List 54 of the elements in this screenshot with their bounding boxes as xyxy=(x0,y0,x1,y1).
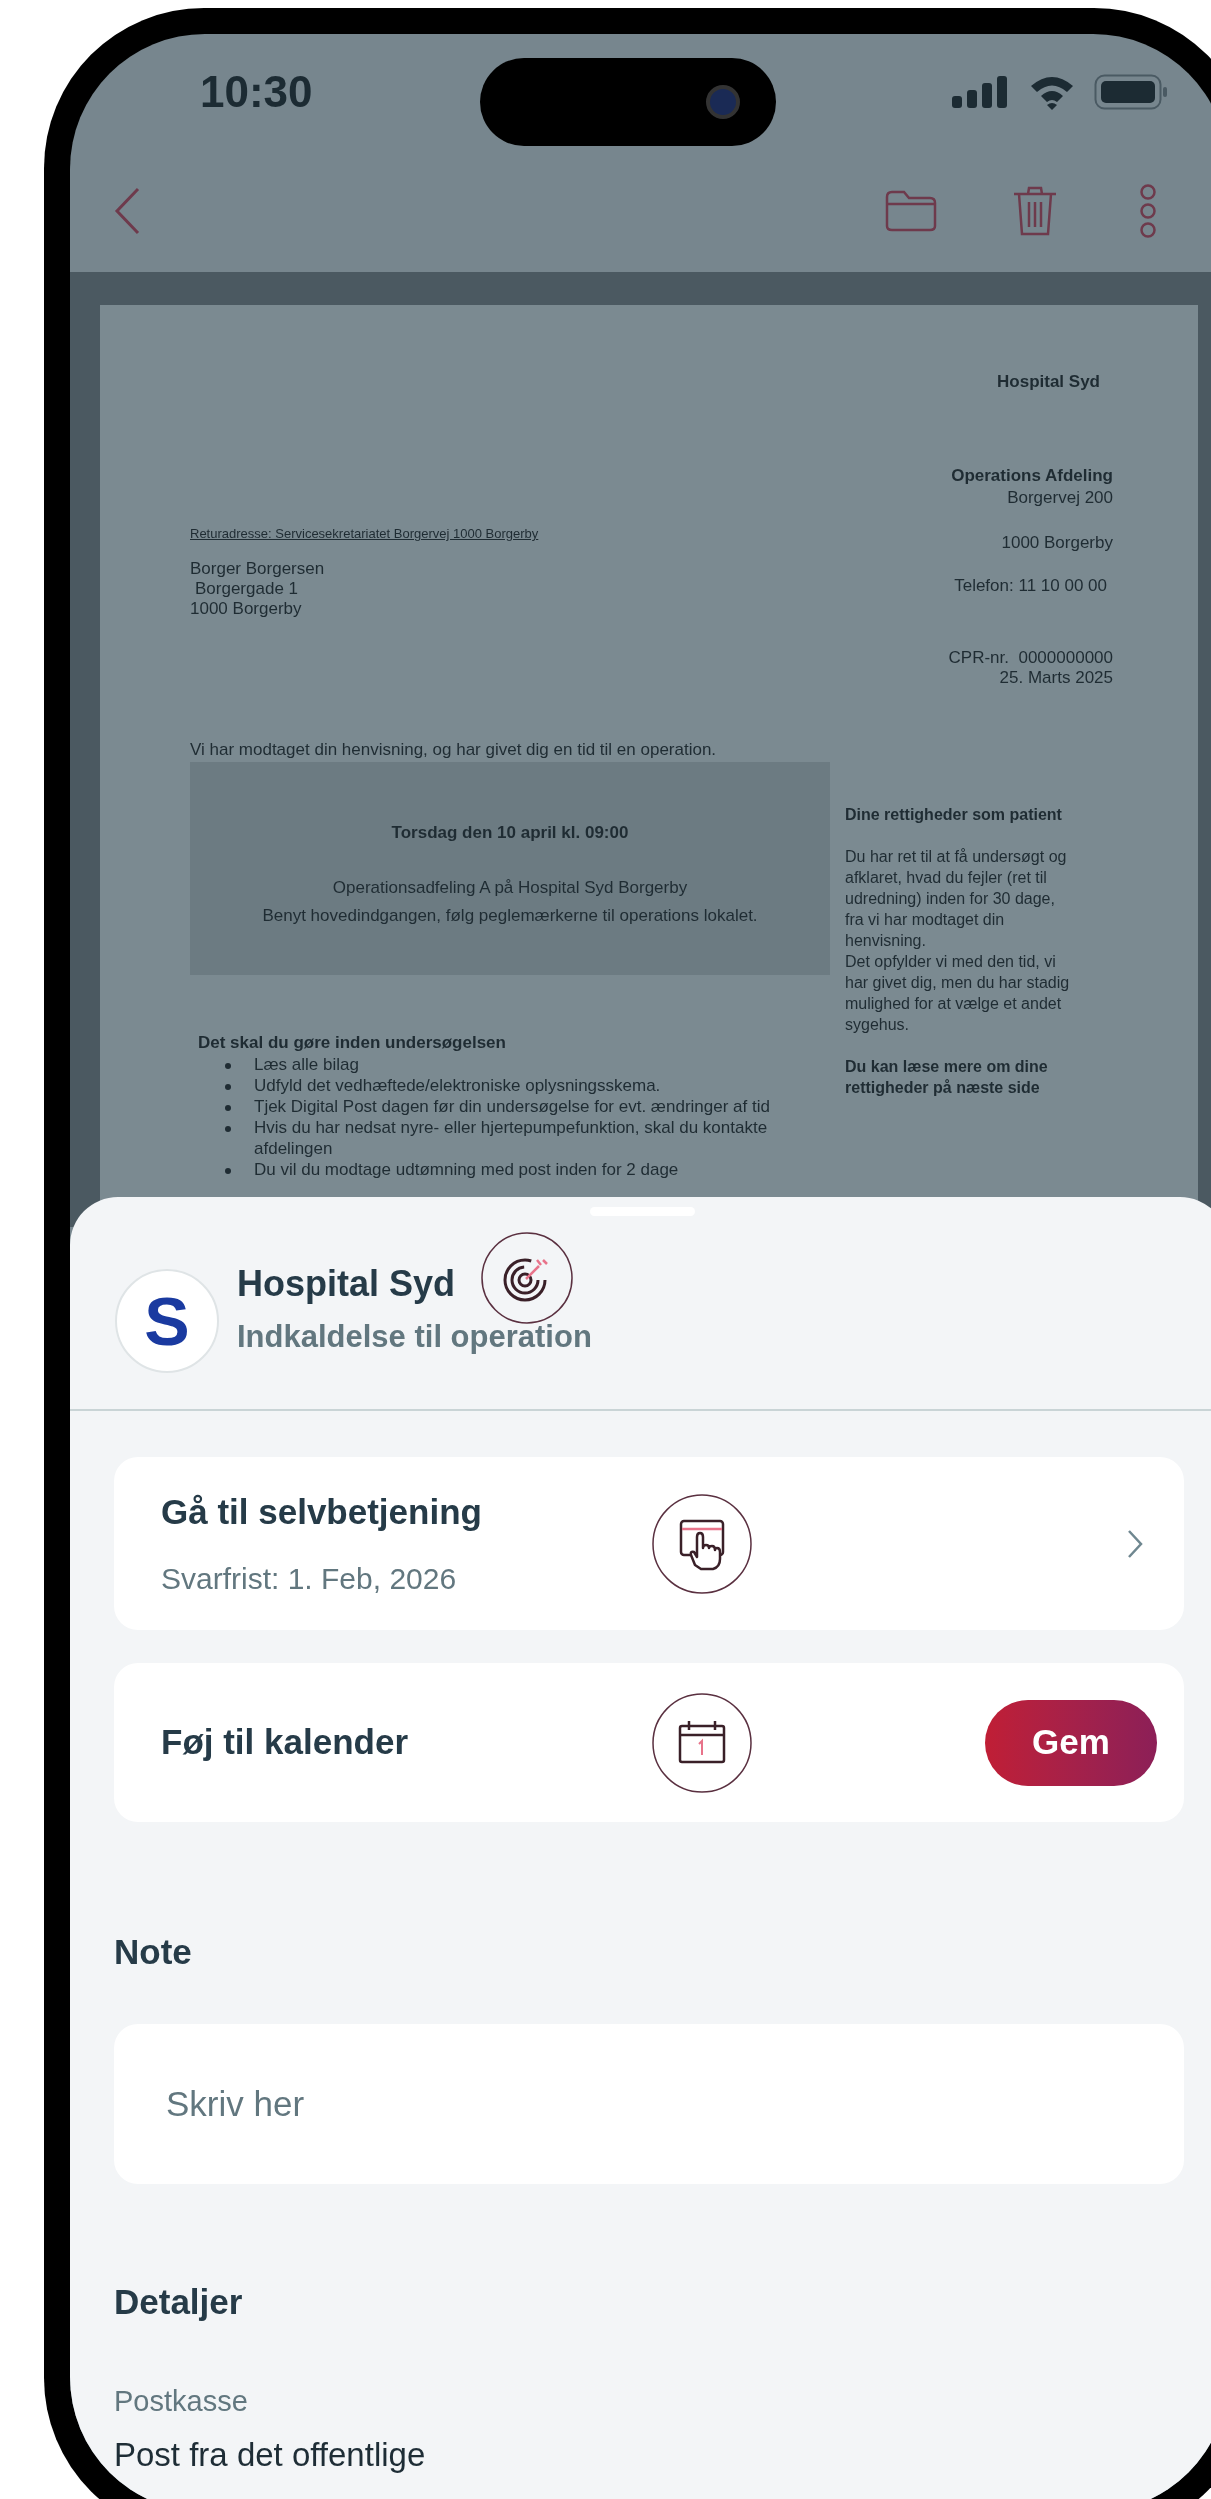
battery-icon xyxy=(1094,74,1168,110)
target-icon xyxy=(481,1231,574,1324)
detail-value: Post fra det offentlige xyxy=(114,2434,427,2475)
bullet-icon xyxy=(225,1168,231,1174)
status-time: 10:30 xyxy=(200,66,313,118)
appointment-time: Torsdag den 10 april kl. 09:00 xyxy=(391,822,629,844)
action-card[interactable]: Føj til kalender Gem xyxy=(114,1663,1184,1822)
action-card[interactable]: Gå til selvbetjening Svarfrist: 1. Feb, 2026 xyxy=(114,1457,1184,1630)
details-heading: Detaljer xyxy=(114,2280,244,2323)
appointment-detail: Benyt hovedindgangen, følg peglemærkerne til operations lokalet. xyxy=(262,905,758,927)
bullet-icon xyxy=(225,1105,231,1111)
rights-more: Du kan læse mere om dine rettigheder på næste side xyxy=(845,1057,1049,1098)
rights-paragraph: Det opfylder vi med den tid, vi har givet dig, men du har stadig mulighed for at vælge et andet sygehus. xyxy=(845,952,1071,1035)
department-address: Borgervej 200 xyxy=(1007,487,1113,509)
todo-heading: Det skal du gøre inden undersøgelsen xyxy=(198,1032,507,1054)
appointment-detail: Operationsadfeling A på Hospital Syd Borgerby xyxy=(332,877,688,899)
note-heading: Note xyxy=(114,1931,193,1973)
chevron-right-icon xyxy=(1127,1528,1143,1559)
rights-heading: Dine rettigheder som patient xyxy=(845,805,1063,825)
recipient-line: Borgergade 1 xyxy=(194,579,300,599)
recipient-line: Borger Borgersen xyxy=(190,559,326,579)
note-field[interactable]: Skriv her xyxy=(114,2023,1184,2184)
recipient-line: 1000 Borgerby xyxy=(190,599,303,619)
todo-item: Hvis du har nedsat nyre- eller hjertepumpefunktion, skal du kontakte afdelingen xyxy=(254,1117,769,1159)
touch-screen-icon xyxy=(651,1492,753,1595)
bullet-icon xyxy=(225,1063,231,1069)
folder-icon[interactable] xyxy=(884,189,938,233)
todo-item: Du vil du modtage udtømning med post inden for 2 dage xyxy=(254,1159,679,1180)
deadline-text: Svarfrist: 1. Feb, 2026 xyxy=(161,1561,458,1598)
phone-number: Telefon: 11 10 00 00 xyxy=(954,575,1107,597)
sender-avatar: S xyxy=(115,1269,219,1373)
message-subject: Indkaldelse til operation xyxy=(237,1317,592,1356)
more-icon[interactable] xyxy=(1138,183,1158,239)
sender-name: Hospital Syd xyxy=(997,371,1100,393)
department-name: Operations Afdeling xyxy=(951,465,1113,487)
detail-label: Postkasse xyxy=(114,2384,249,2419)
return-address: Returadresse: Servicesekretariatet Borgervej 1000 Borgerby xyxy=(190,525,540,543)
save-button[interactable]: Gem xyxy=(985,1699,1157,1786)
bullet-icon xyxy=(225,1126,231,1132)
rights-paragraph: Du har ret til at få undersøgt og afklaret, hvad du fejler (ret til udredning) inden for 30 dage, fra vi har modtaget din henvisning. xyxy=(845,847,1068,951)
letter-date: 25. Marts 2025 xyxy=(999,669,1113,687)
intro-text: Vi har modtaget din henvisning, og har givet dig en tid til en operation. xyxy=(190,739,718,761)
todo-item: Udfyld det vedhæftede/elektroniske oplysningsskema. xyxy=(254,1075,661,1096)
department-city: 1000 Borgerby xyxy=(1001,532,1113,554)
trash-icon[interactable] xyxy=(1012,185,1058,237)
signal-icon xyxy=(952,76,1010,108)
action-title: Gå til selvbetjening xyxy=(161,1490,483,1533)
action-title: Føj til kalender xyxy=(161,1721,409,1764)
sender-name: Hospital Syd xyxy=(237,1261,456,1306)
todo-item: Læs alle bilag xyxy=(254,1054,359,1075)
todo-item: Tjek Digital Post dagen før din undersøgelse for evt. ændringer af tid xyxy=(254,1096,770,1117)
bullet-icon xyxy=(225,1084,231,1090)
cpr-number: CPR-nr. 0000000000 xyxy=(948,647,1113,669)
calendar-icon xyxy=(651,1691,753,1794)
